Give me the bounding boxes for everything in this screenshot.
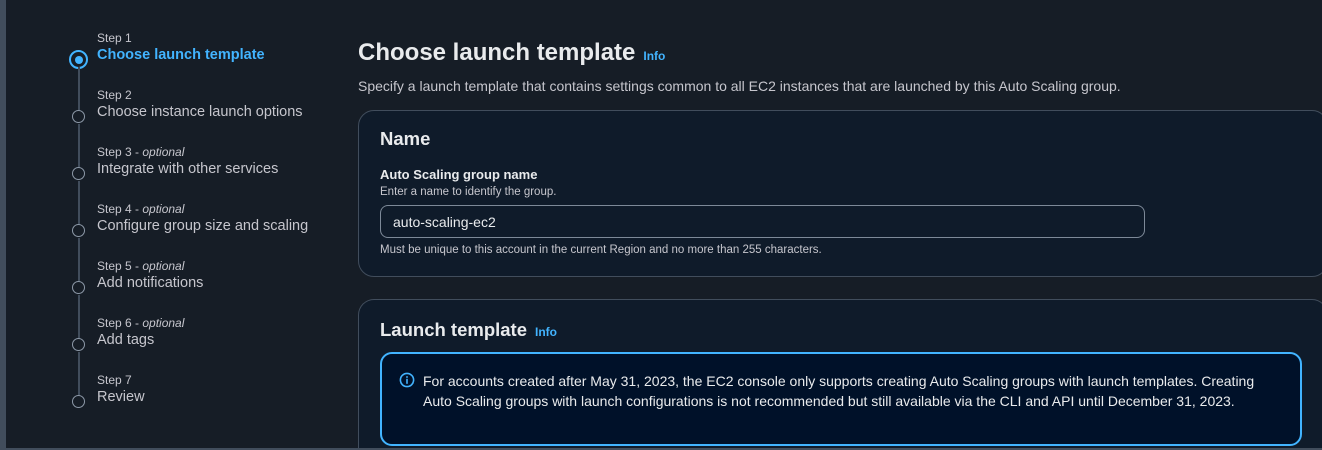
step-title: Add notifications: [97, 275, 204, 291]
launch-template-info-link[interactable]: Info: [535, 325, 557, 339]
step-title: Configure group size and scaling: [97, 218, 309, 234]
wizard-step-4: Step 4 - optional Configure group size a…: [68, 199, 328, 281]
launch-template-section-title: Launch template Info: [380, 319, 557, 341]
asg-name-label: Auto Scaling group name: [380, 167, 538, 182]
page-description: Specify a launch template that contains …: [358, 78, 1121, 94]
step-title: Choose instance launch options: [97, 104, 303, 120]
step-number: Step 5 - optional: [97, 259, 185, 273]
step-circle-icon: [72, 338, 85, 351]
wizard-step-2: Step 2 Choose instance launch options: [68, 85, 328, 167]
launch-template-title-text: Launch template: [380, 319, 527, 340]
step-circle-icon: [72, 281, 85, 294]
name-section-title: Name: [380, 128, 431, 149]
left-edge-bar: [0, 0, 6, 450]
step-number: Step 2: [97, 88, 132, 102]
wizard-step-1[interactable]: Step 1 Choose launch template: [68, 28, 328, 110]
asg-name-description: Enter a name to identify the group.: [380, 186, 557, 198]
page-title-text: Choose launch template: [358, 39, 636, 66]
step-title: Integrate with other services: [97, 161, 279, 177]
asg-name-constraint: Must be unique to this account in the cu…: [380, 244, 822, 256]
step-title[interactable]: Choose launch template: [97, 46, 328, 65]
wizard-step-3: Step 3 - optional Integrate with other s…: [68, 142, 328, 224]
step-number: Step 6 - optional: [97, 316, 185, 330]
step-number: Step 3 - optional: [97, 145, 185, 159]
step-title: Review: [97, 389, 145, 405]
info-alert: For accounts created after May 31, 2023,…: [380, 352, 1302, 446]
launch-template-container: Launch template Info For accounts created…: [358, 299, 1322, 450]
step-title: Add tags: [97, 332, 155, 348]
step-circle-icon: [72, 224, 85, 237]
step-circle-icon: [72, 167, 85, 180]
info-circle-icon: [399, 372, 415, 388]
wizard-step-6: Step 6 - optional Add tags: [68, 313, 328, 395]
page-title: Choose launch template Info: [358, 38, 1322, 71]
wizard-step-5: Step 5 - optional Add notifications: [68, 256, 328, 338]
step-circle-icon: [72, 110, 85, 123]
wizard-steps-nav: Step 1 Choose launch template Step 2 Cho…: [68, 28, 328, 427]
step-number: Step 1: [97, 31, 132, 45]
main-content: Choose launch template Info Specify a lau…: [358, 38, 1322, 450]
info-alert-text: For accounts created after May 31, 2023,…: [423, 373, 1255, 409]
page-info-link[interactable]: Info: [643, 49, 665, 63]
wizard-step-7: Step 7 Review: [68, 370, 328, 427]
step-number: Step 7: [97, 373, 132, 387]
name-container: Name Auto Scaling group name Enter a nam…: [358, 110, 1322, 277]
asg-name-input[interactable]: [380, 205, 1145, 238]
step-number: Step 4 - optional: [97, 202, 185, 216]
step-circle-icon: [72, 395, 85, 408]
